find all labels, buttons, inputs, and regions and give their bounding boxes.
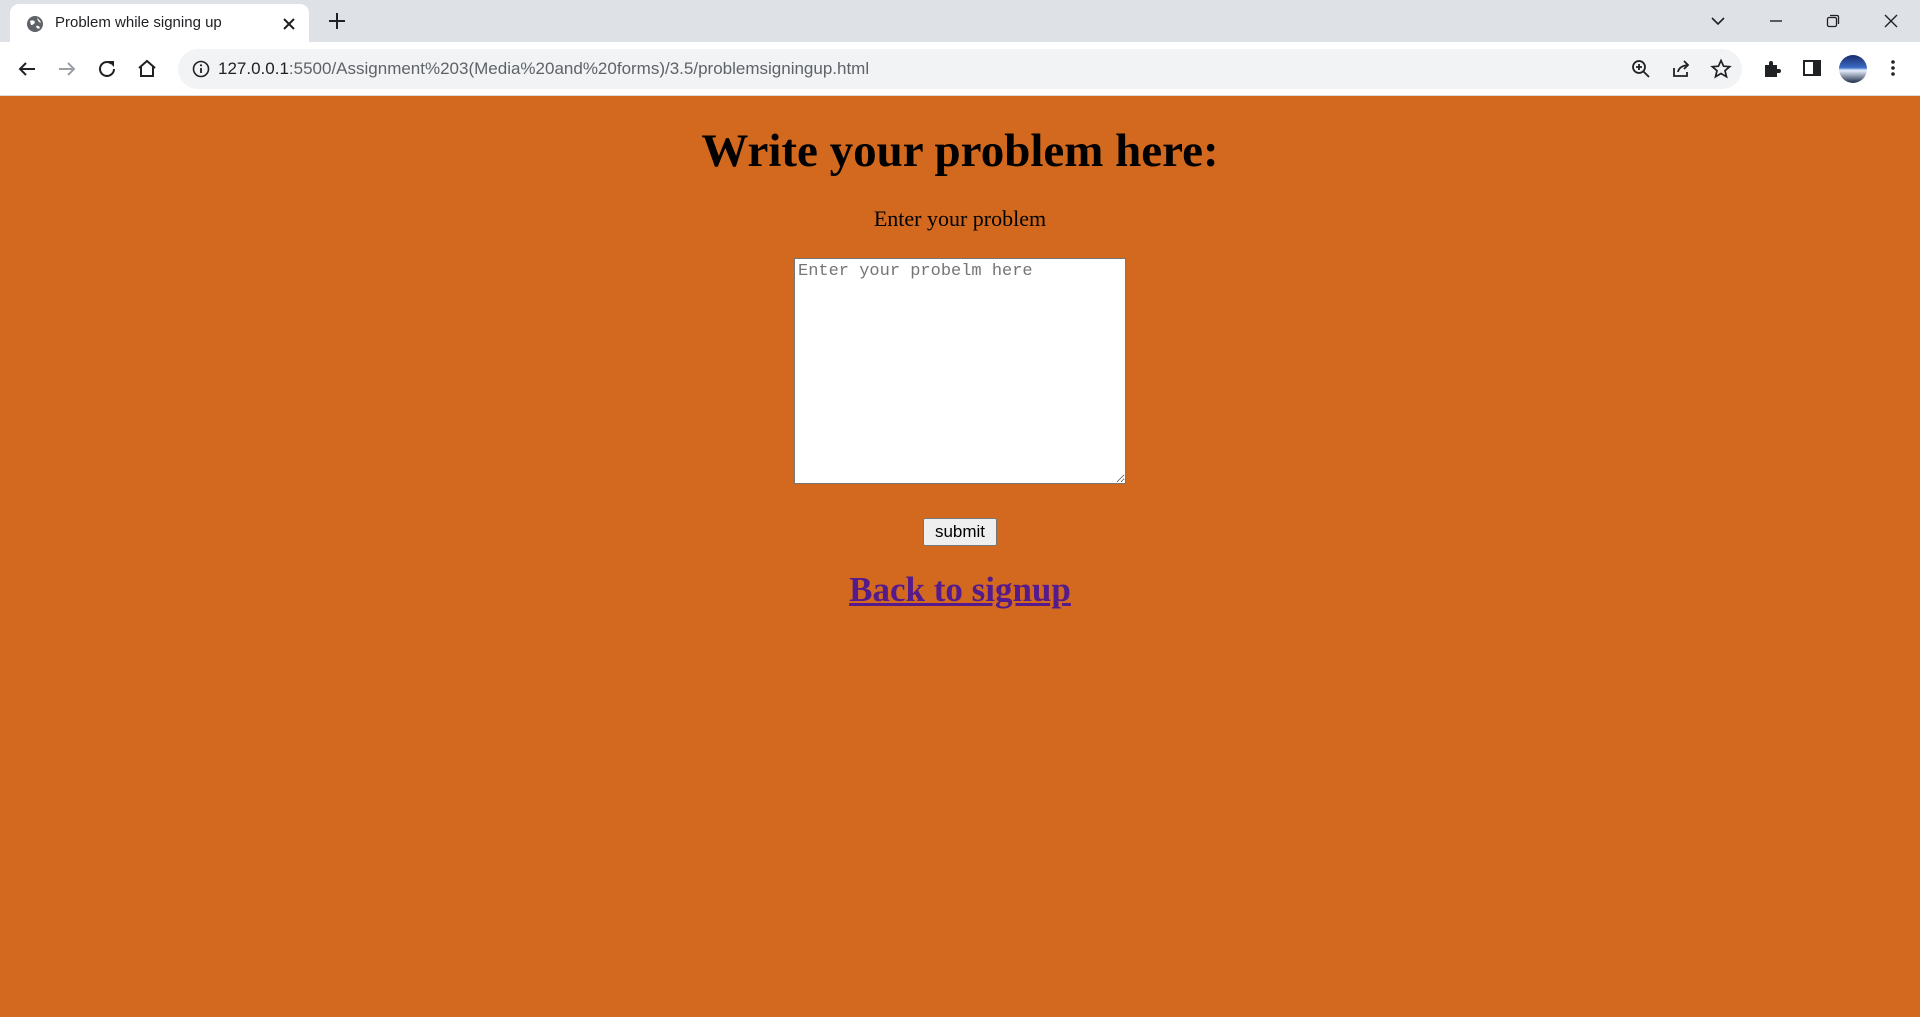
- close-window-icon[interactable]: [1876, 6, 1906, 36]
- page-body: Write your problem here: Enter your prob…: [0, 96, 1920, 1017]
- browser-tab[interactable]: Problem while signing up: [10, 4, 309, 42]
- restore-icon[interactable]: [1818, 6, 1848, 36]
- tab-title: Problem while signing up: [55, 14, 222, 31]
- profile-avatar[interactable]: [1839, 55, 1867, 83]
- globe-icon: [26, 15, 44, 33]
- menu-kebab-icon[interactable]: [1882, 57, 1904, 79]
- tab-strip: Problem while signing up: [0, 0, 1920, 42]
- home-icon[interactable]: [134, 56, 160, 82]
- url-path: :5500/Assignment%203(Media%20and%20forms…: [288, 59, 870, 78]
- problem-textarea[interactable]: [794, 258, 1126, 484]
- minimize-icon[interactable]: [1761, 6, 1791, 36]
- submit-button[interactable]: submit: [923, 518, 997, 546]
- problem-label: Enter your problem: [873, 206, 1047, 231]
- forward-arrow-icon[interactable]: [54, 56, 80, 82]
- share-icon[interactable]: [1670, 58, 1692, 80]
- new-tab-icon[interactable]: [326, 10, 348, 32]
- tab-search-chevron-icon[interactable]: [1703, 6, 1733, 36]
- reload-icon[interactable]: [94, 56, 120, 82]
- extensions-icon[interactable]: [1761, 57, 1783, 79]
- back-to-signup-link[interactable]: Back to signup: [849, 570, 1071, 609]
- browser-toolbar: 127.0.0.1:5500/Assignment%203(Media%20an…: [0, 42, 1920, 96]
- side-panel-icon[interactable]: [1801, 57, 1823, 79]
- page-heading: Write your problem here:: [701, 125, 1219, 177]
- bookmark-star-icon[interactable]: [1710, 58, 1732, 80]
- site-info-icon[interactable]: [192, 60, 210, 78]
- url-text[interactable]: 127.0.0.1:5500/Assignment%203(Media%20an…: [218, 59, 869, 79]
- back-arrow-icon[interactable]: [14, 56, 40, 82]
- url-host: 127.0.0.1: [218, 59, 289, 78]
- close-tab-icon[interactable]: [281, 16, 297, 32]
- zoom-icon[interactable]: [1630, 58, 1652, 80]
- back-link-container: Back to signup: [0, 570, 1920, 610]
- address-bar[interactable]: 127.0.0.1:5500/Assignment%203(Media%20an…: [178, 49, 1742, 89]
